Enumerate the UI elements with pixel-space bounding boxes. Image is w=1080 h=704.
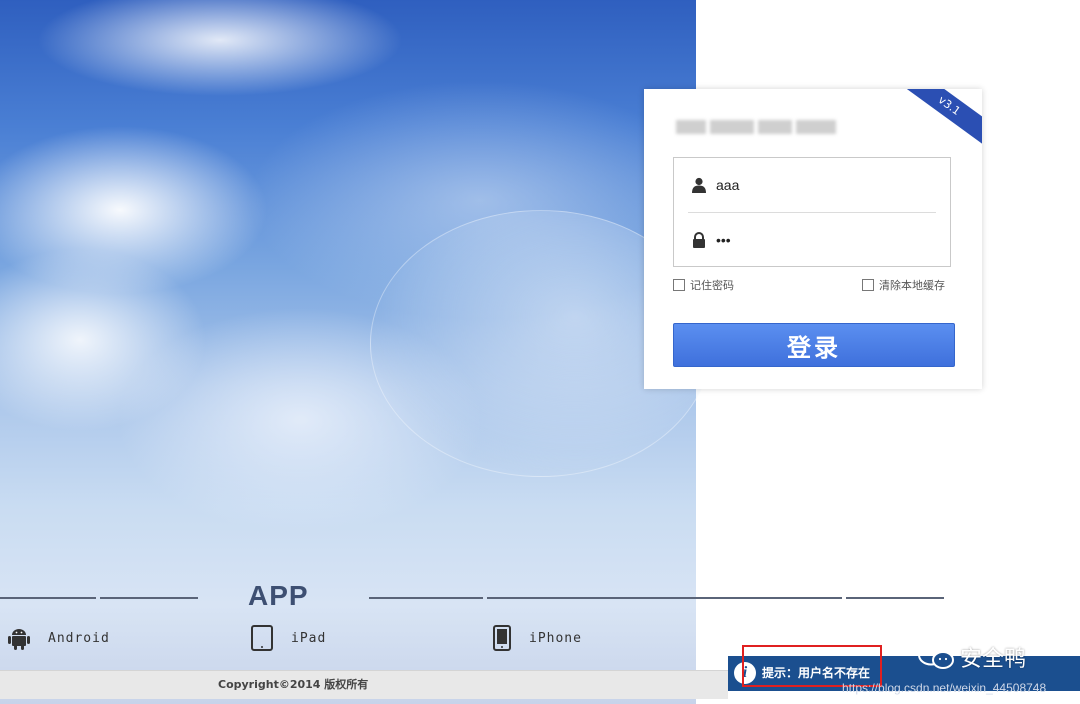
app-line-right-3 <box>846 597 944 599</box>
app-ipad[interactable]: iPad <box>251 622 326 654</box>
username-field[interactable]: aaa <box>674 158 950 212</box>
credentials-box: aaa ••• <box>673 157 951 267</box>
app-title: APP <box>248 580 309 611</box>
clear-cache-checkbox[interactable]: 清除本地缓存 <box>862 277 945 293</box>
app-line-left-1 <box>0 597 96 599</box>
blurred-title <box>676 119 866 134</box>
android-icon <box>8 629 30 650</box>
password-value[interactable]: ••• <box>716 232 731 248</box>
phone-icon <box>493 625 511 651</box>
user-icon <box>692 177 706 193</box>
remember-password-label: 记住密码 <box>690 279 734 292</box>
login-button[interactable]: 登录 <box>673 323 955 367</box>
wechat-icon <box>918 644 954 669</box>
tablet-icon <box>251 625 273 651</box>
lock-icon <box>693 232 705 248</box>
app-android[interactable]: Android <box>8 622 110 654</box>
android-label[interactable]: Android <box>48 631 110 646</box>
app-line-right-1 <box>369 597 483 599</box>
app-line-right-2 <box>487 597 842 599</box>
copyright-text: Copyright©2014 版权所有 <box>218 678 369 691</box>
watermark-url: https://blog.csdn.net/weixin_44508748 <box>842 681 1047 695</box>
password-field[interactable]: ••• <box>674 213 950 267</box>
login-options: 记住密码 清除本地缓存 <box>673 277 951 293</box>
clear-cache-label: 清除本地缓存 <box>879 279 945 292</box>
iphone-label[interactable]: iPhone <box>529 631 582 646</box>
version-badge: v3.1 <box>898 89 982 148</box>
checkbox-box[interactable] <box>673 279 685 291</box>
app-iphone[interactable]: iPhone <box>493 622 582 654</box>
remember-password-checkbox[interactable]: 记住密码 <box>673 277 734 293</box>
app-downloads: Android iPad iPhone <box>0 622 700 654</box>
footer: Copyright©2014 版权所有 <box>0 670 728 699</box>
checkbox-box[interactable] <box>862 279 874 291</box>
login-card: v3.1 aaa ••• 记住密码 清除本地缓存 登录 <box>644 89 982 389</box>
app-line-left-2 <box>100 597 198 599</box>
ipad-label[interactable]: iPad <box>291 631 326 646</box>
watermark: 安全鸭 <box>918 640 1026 674</box>
username-value[interactable]: aaa <box>716 177 739 193</box>
watermark-text: 安全鸭 <box>960 647 1027 672</box>
